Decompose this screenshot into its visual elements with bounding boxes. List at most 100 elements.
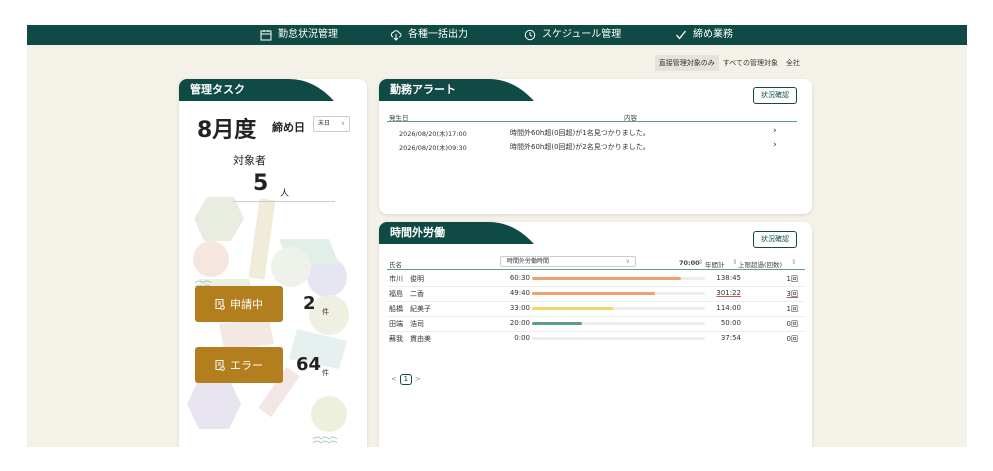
cloud-download-icon	[390, 30, 402, 41]
overtime-progress-fill	[532, 277, 681, 280]
overtime-row-hours: 49:40	[509, 289, 530, 297]
overtime-row-hours: 0:00	[514, 334, 530, 342]
target-underline	[233, 201, 335, 202]
error-button[interactable]: エラー	[195, 347, 283, 383]
nav-item-attendance[interactable]: 勤怠状況管理	[260, 27, 338, 43]
row-divider	[387, 331, 805, 332]
pending-label: 申請中	[230, 298, 263, 311]
overtime-row-name: 蘇我 貫由美	[389, 335, 431, 343]
overtime-row-count: 0回	[786, 335, 798, 343]
month-label: 8月度	[197, 118, 257, 143]
nav-label: 勤怠状況管理	[278, 29, 338, 40]
error-count: 64	[296, 354, 322, 375]
nav-item-bulk-export[interactable]: 各種一括出力	[390, 27, 468, 43]
overtime-col-year: 年間計	[705, 261, 725, 269]
top-navbar: 勤怠状況管理 各種一括出力 スケジュール管理 締め業務	[27, 25, 967, 45]
overtime-col-name: 氏名	[389, 261, 402, 269]
overtime-row-name: 田端 浩司	[389, 320, 424, 328]
row-divider	[387, 286, 805, 287]
task-card-title: 管理タスク	[190, 83, 245, 96]
overtime-progress-track	[532, 277, 705, 280]
target-unit: 人	[280, 189, 290, 199]
nav-label: スケジュール管理	[542, 29, 622, 40]
overtime-status-button[interactable]: 状況確認	[753, 231, 797, 248]
nav-item-schedule[interactable]: スケジュール管理	[524, 27, 621, 43]
closing-day-label: 締め日	[272, 121, 305, 134]
overtime-metric-value: 時間外労働時間	[507, 258, 550, 265]
clock-icon	[524, 29, 536, 41]
overtime-row-name: 市川 俊明	[389, 275, 424, 283]
overtime-progress-fill	[532, 292, 655, 295]
sort-icon[interactable]: ⇕	[732, 258, 737, 266]
row-divider	[387, 301, 805, 302]
nav-item-closing[interactable]: 締め業務	[675, 27, 733, 43]
pagination-next[interactable]: >	[415, 375, 421, 383]
chevron-right-icon[interactable]: ›	[773, 140, 777, 150]
overtime-row-year: 114:00	[716, 304, 741, 312]
overtime-row-year: 138:45	[716, 274, 741, 282]
overtime-header-line	[387, 269, 805, 270]
closing-day-value: 末日	[318, 120, 331, 127]
alert-row-date: 2026/08/20(木)17:00	[399, 130, 467, 138]
nav-label: 締め業務	[693, 29, 733, 40]
overtime-threshold: 70:00	[679, 259, 700, 267]
chevron-down-icon: ∨	[340, 120, 345, 127]
document-icon	[215, 298, 225, 310]
sort-icon[interactable]: ⇕	[698, 258, 703, 266]
overtime-progress-track	[532, 292, 705, 295]
chevron-right-icon[interactable]: ›	[773, 126, 777, 136]
pending-unit: 件	[322, 308, 329, 316]
alert-row-content: 時間外60h超(0回超)が1名見つかりました。	[510, 129, 650, 137]
overtime-card-title: 時間外労働	[390, 226, 445, 239]
overtime-row-count: 0回	[786, 320, 798, 328]
pending-count: 2	[303, 293, 316, 314]
overtime-progress-fill	[532, 322, 583, 325]
app-frame: 勤怠状況管理 各種一括出力 スケジュール管理 締め業務 直接管理対象のみ すべて…	[27, 25, 967, 447]
overtime-progress-track	[532, 322, 705, 325]
overtime-metric-select[interactable]: 時間外労働時間 ∨	[500, 256, 636, 267]
filter-all-managed[interactable]: すべての管理対象	[719, 55, 782, 71]
pagination-current[interactable]: 1	[399, 373, 412, 385]
target-count: 5	[253, 171, 269, 196]
overtime-col-limit: 上限超過(回数)	[738, 261, 783, 269]
pagination: < 1 >	[391, 373, 421, 385]
sort-icon[interactable]: ⇕	[791, 258, 796, 266]
overtime-progress-fill	[532, 307, 614, 310]
pending-button[interactable]: 申請中	[195, 286, 283, 322]
overtime-row-year: 37:54	[720, 334, 741, 342]
overtime-row-hours: 60:30	[509, 274, 530, 282]
alert-card: 勤務アラート 状況確認 発生日 内容 2026/08/20(木)17:00 時間…	[379, 79, 812, 214]
overtime-row-count: 1回	[786, 275, 798, 283]
alert-status-button[interactable]: 状況確認	[753, 87, 797, 104]
row-divider	[387, 316, 805, 317]
alert-header-line	[387, 121, 797, 122]
check-icon	[676, 30, 687, 40]
chevron-down-icon: ∨	[625, 258, 630, 265]
overtime-progress-track	[532, 337, 705, 340]
overtime-row-name: 船橋 紀美子	[389, 305, 431, 313]
document-icon	[215, 359, 225, 371]
filter-company[interactable]: 全社	[782, 55, 804, 71]
scope-filter: 直接管理対象のみ すべての管理対象 全社	[654, 55, 804, 71]
alert-row-content: 時間外60h超(0回超)が2名見つかりました。	[510, 143, 650, 151]
overtime-card: 時間外労働 状況確認 氏名 時間外労働時間 ∨ 70:00 ⇕ 年間計 ⇕ 上限…	[379, 222, 812, 447]
calendar-icon	[260, 30, 272, 41]
error-label: エラー	[230, 359, 263, 372]
alert-card-title: 勤務アラート	[390, 83, 456, 96]
overtime-row-count[interactable]: 3回	[774, 289, 798, 299]
closing-day-select[interactable]: 末日 ∨	[313, 116, 350, 132]
overtime-progress-track	[532, 307, 705, 310]
nav-label: 各種一括出力	[408, 29, 468, 40]
overtime-row-hours: 20:00	[509, 319, 530, 327]
alert-row-date: 2026/08/20(木)09:30	[399, 144, 467, 152]
pagination-prev[interactable]: <	[391, 375, 397, 383]
filter-direct-only[interactable]: 直接管理対象のみ	[654, 55, 719, 71]
overtime-row-year[interactable]: 301:22	[709, 289, 741, 297]
error-unit: 件	[322, 369, 329, 377]
overtime-row-year: 50:00	[720, 319, 741, 327]
overtime-row-hours: 33:00	[509, 304, 530, 312]
overtime-row-count: 1回	[786, 305, 798, 313]
overtime-row-name: 福島 二香	[389, 290, 424, 298]
task-card: 管理タスク 8月度 締め日 末日 ∨ 対象者 5 人 申請中 2 件 エラー 6…	[179, 79, 367, 447]
target-label: 対象者	[233, 154, 266, 167]
